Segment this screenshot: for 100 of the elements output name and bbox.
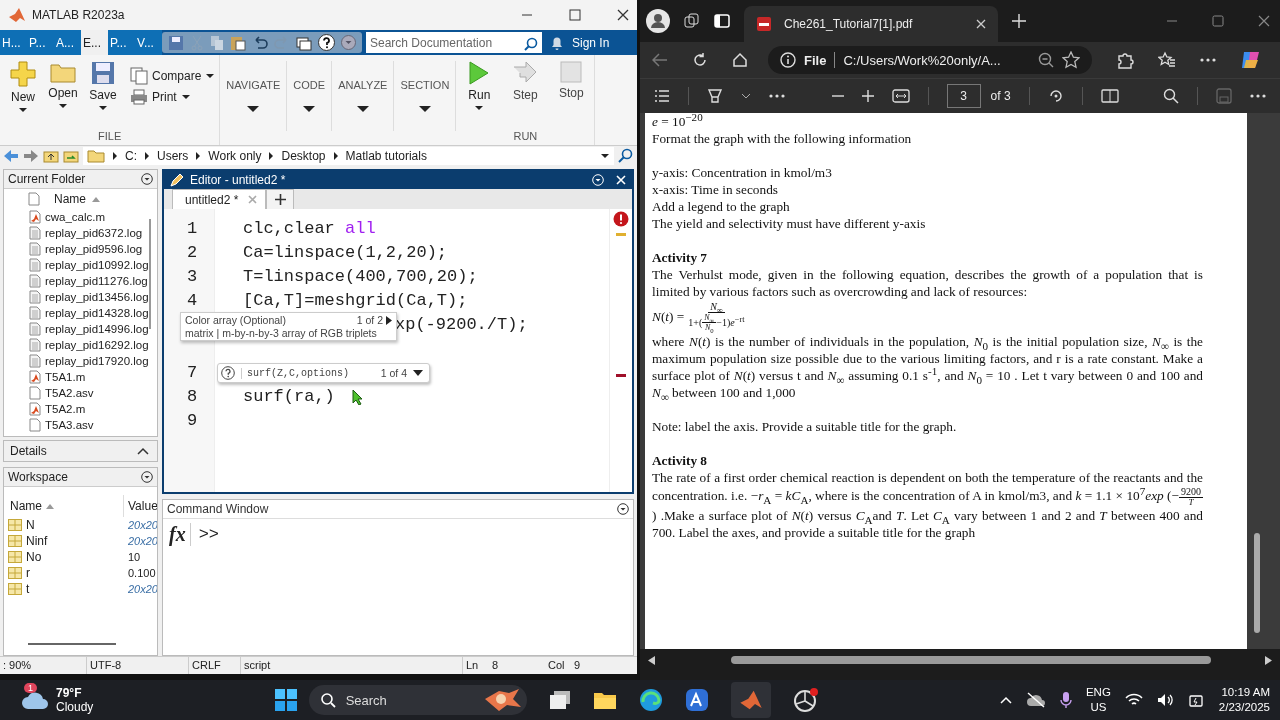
file-name[interactable]: cwa_calc.m: [45, 211, 106, 223]
search-field[interactable]: Search Documentation: [366, 32, 542, 53]
more-icon[interactable]: [1250, 94, 1266, 98]
page-number-field[interactable]: 3: [946, 84, 981, 108]
home-icon[interactable]: [732, 52, 748, 68]
file-name[interactable]: replay_pid17920.log: [45, 355, 149, 367]
path-segment[interactable]: C:: [125, 149, 137, 163]
file-name[interactable]: replay_pid14328.log: [45, 307, 149, 319]
puzzle-icon[interactable]: [1116, 51, 1134, 69]
zoom-out-icon[interactable]: [1038, 52, 1054, 68]
path-segment[interactable]: Desktop: [281, 149, 326, 163]
toolstrip-menu[interactable]: SECTION: [394, 61, 457, 131]
scroll-right-icon[interactable]: [1265, 655, 1272, 665]
toolstrip-tab[interactable]: V...: [135, 30, 162, 55]
taskbar-search[interactable]: Search: [308, 685, 527, 715]
toolstrip-tab[interactable]: A...: [54, 30, 81, 55]
panel-menu-icon[interactable]: [141, 173, 153, 185]
toolstrip-button[interactable]: New: [4, 61, 42, 119]
toolstrip-tab[interactable]: E...: [81, 30, 108, 55]
path-segment[interactable]: Work only: [208, 149, 262, 163]
file-name[interactable]: replay_pid16292.log: [45, 339, 149, 351]
browser-icon[interactable]: [638, 688, 663, 712]
file-name[interactable]: T5A3.asv: [45, 419, 94, 431]
panel-menu-icon[interactable]: [617, 503, 629, 515]
toolstrip-tab[interactable]: P...: [27, 30, 54, 55]
file-name[interactable]: replay_pid14996.log: [45, 323, 149, 335]
contents-icon[interactable]: [654, 89, 670, 103]
close-icon[interactable]: [1258, 15, 1270, 27]
profile-icon[interactable]: [646, 9, 670, 33]
warning-marker[interactable]: [616, 233, 626, 236]
file-name[interactable]: replay_pid9596.log: [45, 243, 143, 255]
file-name[interactable]: T5A2.m: [45, 403, 86, 415]
toolstrip-menu[interactable]: CODE: [287, 61, 333, 131]
rotate-icon[interactable]: [1047, 88, 1064, 104]
search-icon[interactable]: [524, 37, 538, 51]
window-icon[interactable]: [296, 34, 312, 51]
variable-name[interactable]: r: [26, 566, 30, 580]
scroll-left-icon[interactable]: [648, 655, 655, 665]
new-tab-icon[interactable]: [1012, 14, 1026, 28]
scrollbar[interactable]: [731, 656, 1211, 664]
error-marker[interactable]: [616, 374, 626, 377]
app-icon[interactable]: [684, 688, 709, 712]
taskbar-app[interactable]: [730, 682, 771, 718]
dropdown-icon[interactable]: [413, 370, 423, 376]
search-icon[interactable]: [1163, 88, 1179, 104]
variable-name[interactable]: N: [26, 518, 35, 532]
path-segment[interactable]: Users: [157, 149, 189, 163]
plus-icon[interactable]: [861, 90, 874, 102]
maximize-icon[interactable]: [1212, 15, 1224, 27]
new-tab-button[interactable]: [266, 189, 295, 209]
file-name[interactable]: T5A2.asv: [45, 387, 94, 399]
search-icon[interactable]: [618, 148, 634, 164]
panel-menu-icon[interactable]: [141, 471, 153, 483]
folder-icon[interactable]: [592, 690, 617, 710]
file-name[interactable]: replay_pid6372.log: [45, 227, 143, 239]
variable-name[interactable]: Ninf: [26, 534, 48, 548]
file-name[interactable]: T5A1.m: [45, 371, 86, 383]
sidebar-icon[interactable]: [714, 13, 730, 29]
column-header[interactable]: Name: [10, 499, 42, 513]
toolstrip-button[interactable]: Open: [44, 61, 82, 119]
highlighter-icon[interactable]: [707, 88, 723, 104]
undo-icon[interactable]: [252, 34, 268, 51]
more-icon[interactable]: [769, 94, 785, 98]
clock-date[interactable]: 2/23/2025: [1218, 700, 1270, 715]
close-icon[interactable]: [617, 9, 629, 21]
column-header[interactable]: Value: [128, 499, 157, 513]
chevron-up-icon[interactable]: [999, 696, 1012, 704]
cloud-off-icon[interactable]: [1025, 692, 1046, 708]
toolstrip-tab[interactable]: P...: [108, 30, 135, 55]
star-icon[interactable]: [1062, 51, 1080, 69]
copilot-icon[interactable]: [1240, 49, 1262, 71]
collections-icon[interactable]: [684, 13, 700, 29]
sign-in-button[interactable]: Sign In: [568, 30, 618, 55]
help-icon[interactable]: [318, 34, 335, 51]
wifi-icon[interactable]: [1124, 693, 1143, 707]
folder-up-icon[interactable]: [43, 149, 59, 163]
file-name[interactable]: replay_pid10992.log: [45, 259, 149, 271]
fit-width-icon[interactable]: [891, 89, 910, 103]
region-label[interactable]: US: [1090, 700, 1107, 715]
chevron-down-icon[interactable]: [741, 93, 751, 99]
toolstrip-tab[interactable]: H...: [0, 30, 27, 55]
more-icon[interactable]: [1200, 58, 1216, 62]
toolstrip-button[interactable]: Save: [84, 61, 122, 119]
back-icon[interactable]: [3, 149, 19, 163]
toolstrip-menu[interactable]: NAVIGATE: [220, 61, 288, 131]
save-icon[interactable]: [168, 34, 184, 51]
microphone-icon[interactable]: [1059, 691, 1072, 709]
back-icon[interactable]: [652, 53, 668, 67]
browser-tab[interactable]: Che261_Tutorial7[1].pdf: [744, 6, 998, 42]
scrollbar[interactable]: [28, 643, 116, 645]
volume-icon[interactable]: [1156, 693, 1175, 707]
file-tab[interactable]: untitled2 *: [172, 189, 267, 209]
toolstrip-menu[interactable]: ANALYZE: [332, 61, 395, 131]
aperture-icon[interactable]: [792, 687, 819, 713]
variable-name[interactable]: No: [26, 550, 42, 564]
favorites-icon[interactable]: [1158, 51, 1176, 69]
help-icon[interactable]: [221, 366, 235, 380]
dropdown-icon[interactable]: [600, 153, 610, 159]
address-field[interactable]: C: Users Work only Desktop Matlab tutorials: [83, 147, 614, 165]
toolstrip-button[interactable]: Run: [457, 61, 502, 119]
